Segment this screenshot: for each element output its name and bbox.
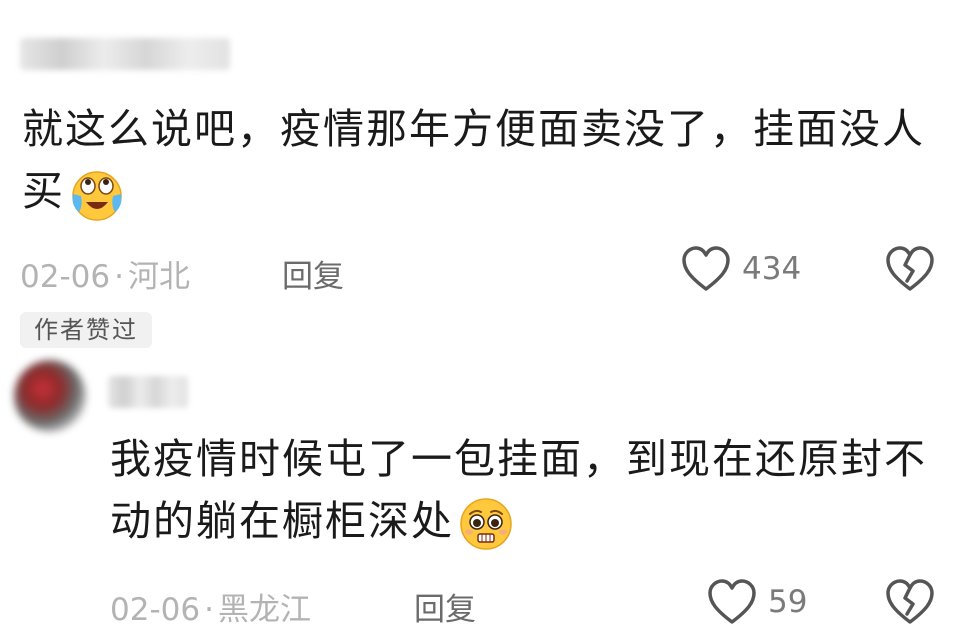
username-blurred[interactable] xyxy=(20,38,230,70)
author-liked-badge: 作者赞过 xyxy=(20,312,152,348)
comment-date: 02-06 xyxy=(20,259,111,295)
meta-separator: · xyxy=(114,259,124,295)
comment-location: 黑龙江 xyxy=(217,592,311,628)
broken-heart-icon xyxy=(886,246,934,291)
pleading-emoji-icon xyxy=(460,498,512,550)
comment-location: 河北 xyxy=(127,259,190,295)
like-button[interactable]: 59 xyxy=(706,578,807,626)
reply-button[interactable]: 回复 xyxy=(282,251,344,296)
like-button[interactable]: 434 xyxy=(680,245,801,293)
like-count: 434 xyxy=(742,251,802,287)
dislike-button[interactable] xyxy=(884,245,936,297)
like-count: 59 xyxy=(768,584,808,620)
comment-meta: 02-06 · 黑龙江 xyxy=(110,584,311,629)
dislike-button[interactable] xyxy=(884,578,936,630)
comment-text: 我疫情时候屯了一包挂面，到现在还原封不动的躺在橱柜深处 xyxy=(110,428,950,552)
heart-outline-icon xyxy=(682,246,730,291)
comment-meta: 02-06 · 河北 xyxy=(20,251,190,296)
broken-heart-icon xyxy=(886,579,934,624)
heart-outline-icon xyxy=(708,579,756,624)
comment-date: 02-06 xyxy=(110,592,201,628)
meta-separator: · xyxy=(204,592,214,628)
comment-text: 就这么说吧，疫情那年方便面卖没了，挂面没人买 xyxy=(22,98,952,222)
crying-laughing-emoji-icon xyxy=(72,171,122,221)
username-blurred[interactable] xyxy=(108,376,188,408)
reply-button[interactable]: 回复 xyxy=(414,584,476,629)
avatar[interactable] xyxy=(14,360,86,432)
